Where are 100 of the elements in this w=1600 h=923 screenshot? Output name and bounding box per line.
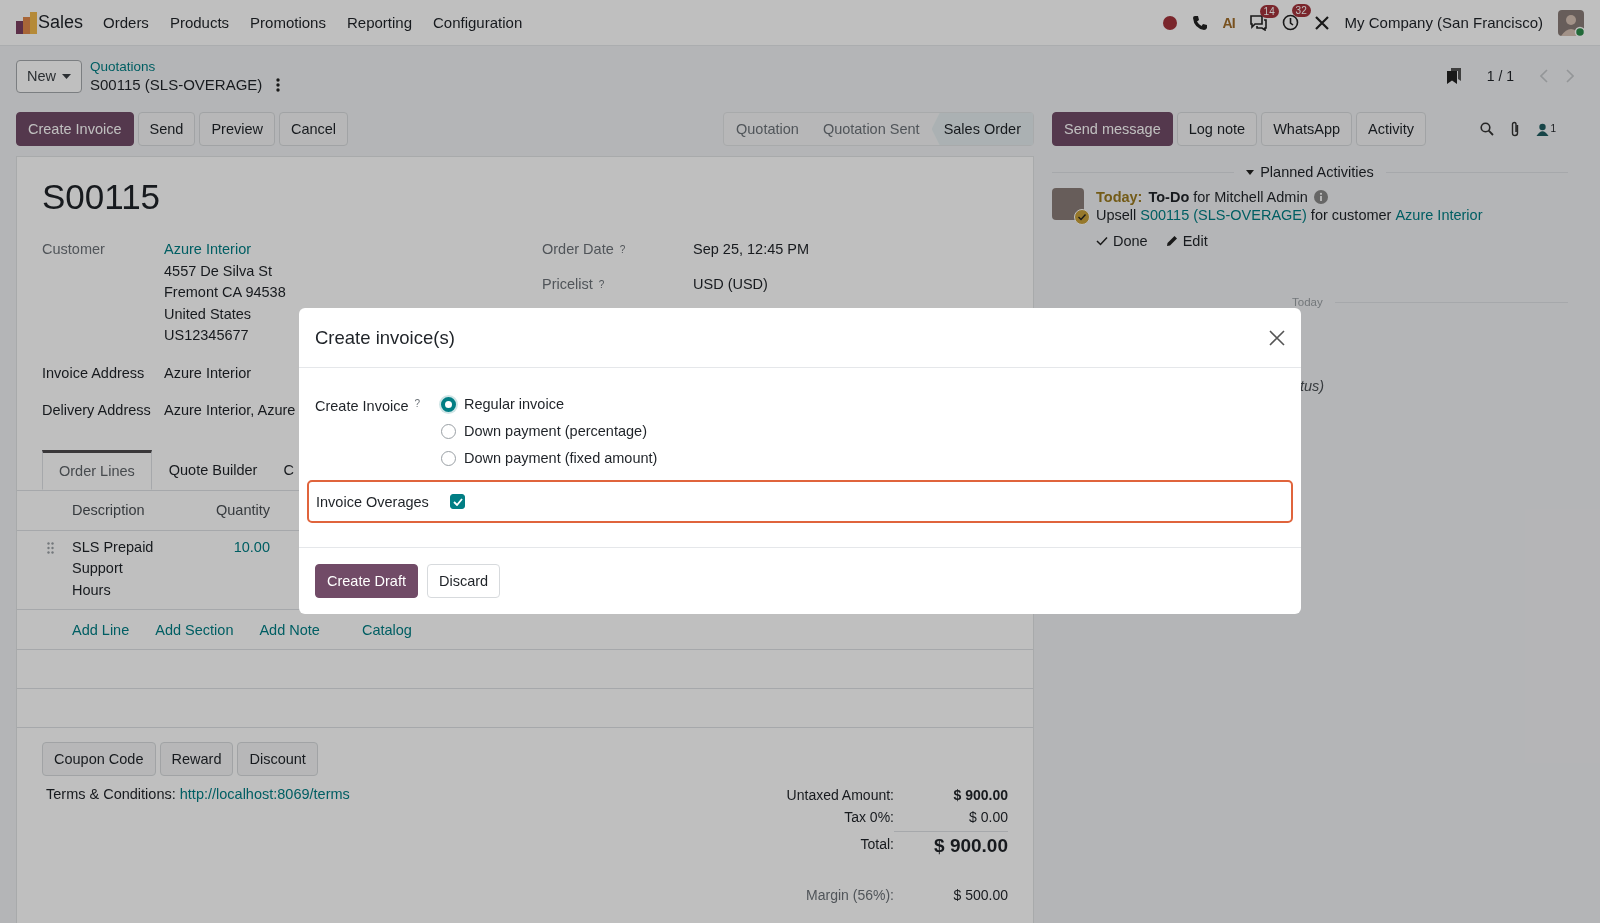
checkmark-icon (452, 497, 463, 506)
footer-button[interactable]: Coupon Code (42, 742, 156, 776)
total-label: Total: (859, 836, 894, 852)
field-label: Delivery Address (42, 401, 152, 420)
activity-count-badge: 32 (1291, 4, 1311, 17)
help-tooltip-icon[interactable]: ? (619, 244, 626, 255)
status-step[interactable]: Quotation (724, 113, 811, 145)
checkbox[interactable] (450, 494, 465, 509)
user-avatar[interactable] (1558, 9, 1584, 36)
dialog-button[interactable]: Create Draft (315, 564, 418, 598)
add-link[interactable]: Add Line (72, 621, 130, 638)
info-icon[interactable] (1313, 190, 1328, 204)
help-tooltip-icon[interactable]: ? (414, 398, 421, 409)
close-icon (1269, 329, 1285, 346)
field-value: Azure Interior, Azure (164, 401, 296, 420)
caret-icon[interactable] (1246, 169, 1255, 175)
table-cell-text: SLS Prepaid Support Hours (72, 537, 155, 600)
field-label: Order Date (542, 241, 614, 257)
field-label: Create Invoice (315, 398, 409, 414)
paperclip-icon[interactable] (1510, 121, 1521, 137)
check-icon (1096, 236, 1108, 246)
record-number: S00115 (42, 177, 162, 217)
company-name[interactable]: My Company (San Francisco) (1344, 14, 1543, 31)
record-title: S00115 (SLS-OVERAGE) (90, 76, 263, 93)
activity-action[interactable]: Done (1096, 232, 1148, 250)
terms-link[interactable]: http://localhost:8069/terms (179, 786, 350, 802)
radio-icon[interactable] (441, 450, 456, 466)
dialog-button[interactable]: Discard (427, 564, 501, 598)
field-value: 4557 De Silva St (164, 261, 272, 281)
kebab-menu-icon[interactable] (276, 77, 281, 92)
chatter-button[interactable]: Activity (1356, 112, 1426, 146)
ai-icon[interactable]: AI (1222, 14, 1235, 31)
menu-item[interactable]: Reporting (346, 14, 412, 31)
field-value: Sep 25, 12:45 PM (693, 240, 811, 259)
followers-icon[interactable] (1536, 122, 1550, 136)
add-link[interactable]: Add Note (259, 621, 320, 638)
record-icon[interactable] (1162, 15, 1177, 30)
notebook-tab[interactable]: Quote Builder (151, 449, 275, 490)
pencil-icon (1165, 235, 1178, 247)
summary-text: Upsell (1096, 206, 1137, 224)
section-title[interactable]: Planned Activities (1260, 164, 1374, 180)
summary-text: for customer (1310, 206, 1392, 224)
app-name[interactable]: Sales (38, 12, 84, 33)
status-step[interactable]: Quotation Sent (810, 113, 932, 145)
chatter-button[interactable]: Log note (1176, 112, 1258, 146)
total-value: $ 900.00 (894, 831, 1008, 857)
chat-icon[interactable] (1249, 14, 1267, 31)
close-button[interactable] (1269, 329, 1285, 346)
field-value: Azure Interior (164, 363, 252, 383)
action-button[interactable]: Send (137, 112, 196, 146)
due-label: Today: (1096, 188, 1143, 206)
radio-icon[interactable] (441, 423, 456, 439)
radio-option[interactable]: Down payment (percentage) (441, 421, 658, 441)
margin-label: Margin (56%): (805, 887, 894, 903)
customer-link[interactable]: Azure Interior (164, 239, 508, 261)
drag-handle-icon[interactable] (47, 541, 54, 554)
field-value: US12345677 (164, 326, 249, 345)
field-label: Invoice Overages (316, 493, 430, 510)
activity-action[interactable]: Edit (1165, 232, 1208, 250)
menu-item[interactable]: Promotions (250, 14, 326, 31)
message-count-badge: 14 (1259, 4, 1279, 18)
menu-item[interactable]: Products (169, 14, 230, 31)
search-icon[interactable] (1480, 122, 1495, 136)
table-cell-text: 10.00 (232, 537, 270, 557)
radio-icon[interactable] (441, 396, 456, 412)
chatter-button[interactable]: Send message (1052, 112, 1173, 146)
bookmark-icon[interactable] (1446, 68, 1461, 84)
action-button[interactable]: Cancel (278, 112, 349, 146)
footer-button[interactable]: Discount (237, 742, 318, 776)
notebook-tab[interactable]: C (274, 449, 299, 490)
action-button[interactable]: Create Invoice (16, 112, 134, 146)
clock-icon[interactable] (1281, 14, 1299, 31)
app-logo-icon[interactable] (16, 11, 38, 34)
footer-button[interactable]: Reward (159, 742, 234, 776)
breadcrumb-link[interactable]: Quotations (90, 59, 281, 74)
field-value: United States (164, 304, 252, 324)
caret-icon (62, 73, 71, 79)
message-text: tus) (1299, 378, 1326, 394)
chatter-button[interactable]: WhatsApp (1261, 112, 1353, 146)
help-tooltip-icon[interactable]: ? (598, 278, 605, 290)
margin-value: $ 500.00 (952, 887, 1008, 903)
total-value: $ 0.00 (968, 809, 1008, 825)
new-button[interactable]: New (16, 59, 82, 93)
add-link[interactable]: Catalog (361, 621, 412, 638)
field-value: Fremont CA 94538 (164, 283, 286, 302)
phone-icon[interactable] (1191, 14, 1208, 31)
date-divider: Today (1292, 296, 1323, 308)
notebook-tab[interactable]: Order Lines (42, 449, 152, 490)
add-link[interactable]: Add Section (155, 621, 234, 638)
menu-item[interactable]: Configuration (433, 14, 523, 31)
summary-link[interactable]: S00115 (SLS-OVERAGE) (1140, 206, 1307, 224)
radio-option[interactable]: Regular invoice (441, 394, 658, 414)
pager-value[interactable]: 1 / 1 (1486, 68, 1514, 84)
action-button[interactable]: Preview (199, 112, 275, 146)
radio-option[interactable]: Down payment (fixed amount) (441, 448, 658, 468)
summary-link[interactable]: Azure Interior (1395, 206, 1483, 224)
menu-item[interactable]: Orders (103, 14, 149, 31)
column-header: Description (72, 502, 146, 518)
status-step[interactable]: Sales Order (931, 113, 1033, 145)
dialog-title: Create invoice(s) (315, 326, 455, 349)
